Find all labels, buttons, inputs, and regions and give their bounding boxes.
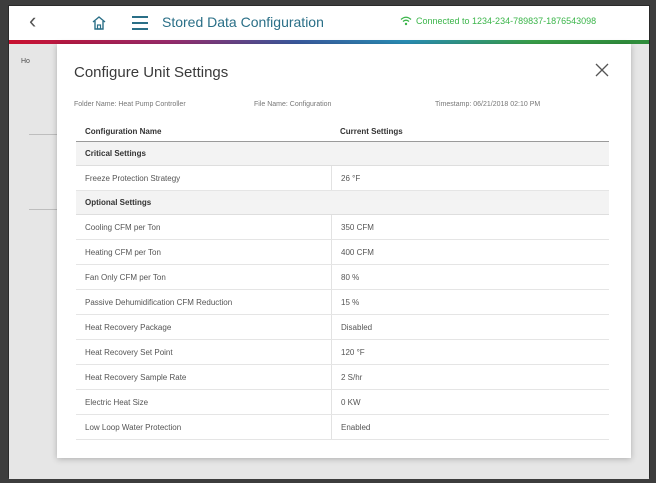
section-critical-settings: Critical Settings [76, 142, 609, 166]
config-value: Enabled [331, 415, 609, 439]
config-value: Disabled [331, 315, 609, 339]
home-icon[interactable] [91, 15, 107, 31]
table-row[interactable]: Fan Only CFM per Ton 80 % [76, 265, 609, 290]
config-value: 2 S/hr [331, 365, 609, 389]
column-header-value: Current Settings [340, 127, 403, 136]
config-name: Freeze Protection Strategy [85, 174, 181, 183]
table-row[interactable]: Heat Recovery Package Disabled [76, 315, 609, 340]
table-row[interactable]: Cooling CFM per Ton 350 CFM [76, 215, 609, 240]
config-name: Low Loop Water Protection [85, 423, 182, 432]
top-bar: ‹ Stored Data Configuration Connected to… [9, 6, 649, 40]
config-name: Heat Recovery Set Point [85, 348, 173, 357]
dialog-title: Configure Unit Settings [74, 64, 229, 81]
config-name: Cooling CFM per Ton [85, 223, 161, 232]
config-name: Heat Recovery Package [85, 323, 172, 332]
timestamp: Timestamp: 06/21/2018 02:10 PM [435, 101, 541, 108]
file-name: File Name: Configuration [254, 101, 332, 108]
app-window: ‹ Stored Data Configuration Connected to… [8, 5, 650, 479]
config-value: 350 CFM [331, 215, 609, 239]
wifi-icon [400, 16, 412, 26]
config-name: Heating CFM per Ton [85, 248, 161, 257]
config-value: 26 °F [331, 166, 609, 190]
table-row[interactable]: Heating CFM per Ton 400 CFM [76, 240, 609, 265]
config-value: 120 °F [331, 340, 609, 364]
config-name: Electric Heat Size [85, 398, 149, 407]
config-value: 80 % [331, 265, 609, 289]
config-value: 15 % [331, 290, 609, 314]
settings-table: Configuration Name Current Settings Crit… [76, 122, 609, 440]
table-row[interactable]: Heat Recovery Set Point 120 °F [76, 340, 609, 365]
configure-unit-settings-dialog: Configure Unit Settings Folder Name: Hea… [57, 44, 631, 458]
connection-text: Connected to 1234-234-789837-1876543098 [416, 16, 597, 26]
config-value: 400 CFM [331, 240, 609, 264]
close-icon[interactable] [593, 61, 611, 79]
table-row[interactable]: Electric Heat Size 0 KW [76, 390, 609, 415]
table-row[interactable]: Low Loop Water Protection Enabled [76, 415, 609, 440]
config-name: Passive Dehumidification CFM Reduction [85, 298, 233, 307]
config-value: 0 KW [331, 390, 609, 414]
folder-name: Folder Name: Heat Pump Controller [74, 101, 186, 108]
table-row[interactable]: Passive Dehumidification CFM Reduction 1… [76, 290, 609, 315]
table-row[interactable]: Heat Recovery Sample Rate 2 S/hr [76, 365, 609, 390]
config-name: Heat Recovery Sample Rate [85, 373, 187, 382]
back-icon[interactable]: ‹ [29, 10, 36, 32]
app-title: Stored Data Configuration [162, 14, 324, 30]
section-optional-settings: Optional Settings [76, 191, 609, 215]
menu-icon[interactable] [132, 16, 148, 30]
connection-status: Connected to 1234-234-789837-1876543098 [400, 16, 596, 26]
table-row[interactable]: Freeze Protection Strategy 26 °F [76, 166, 609, 191]
config-name: Fan Only CFM per Ton [85, 273, 166, 282]
table-header: Configuration Name Current Settings [76, 122, 609, 142]
column-header-name: Configuration Name [85, 127, 162, 136]
